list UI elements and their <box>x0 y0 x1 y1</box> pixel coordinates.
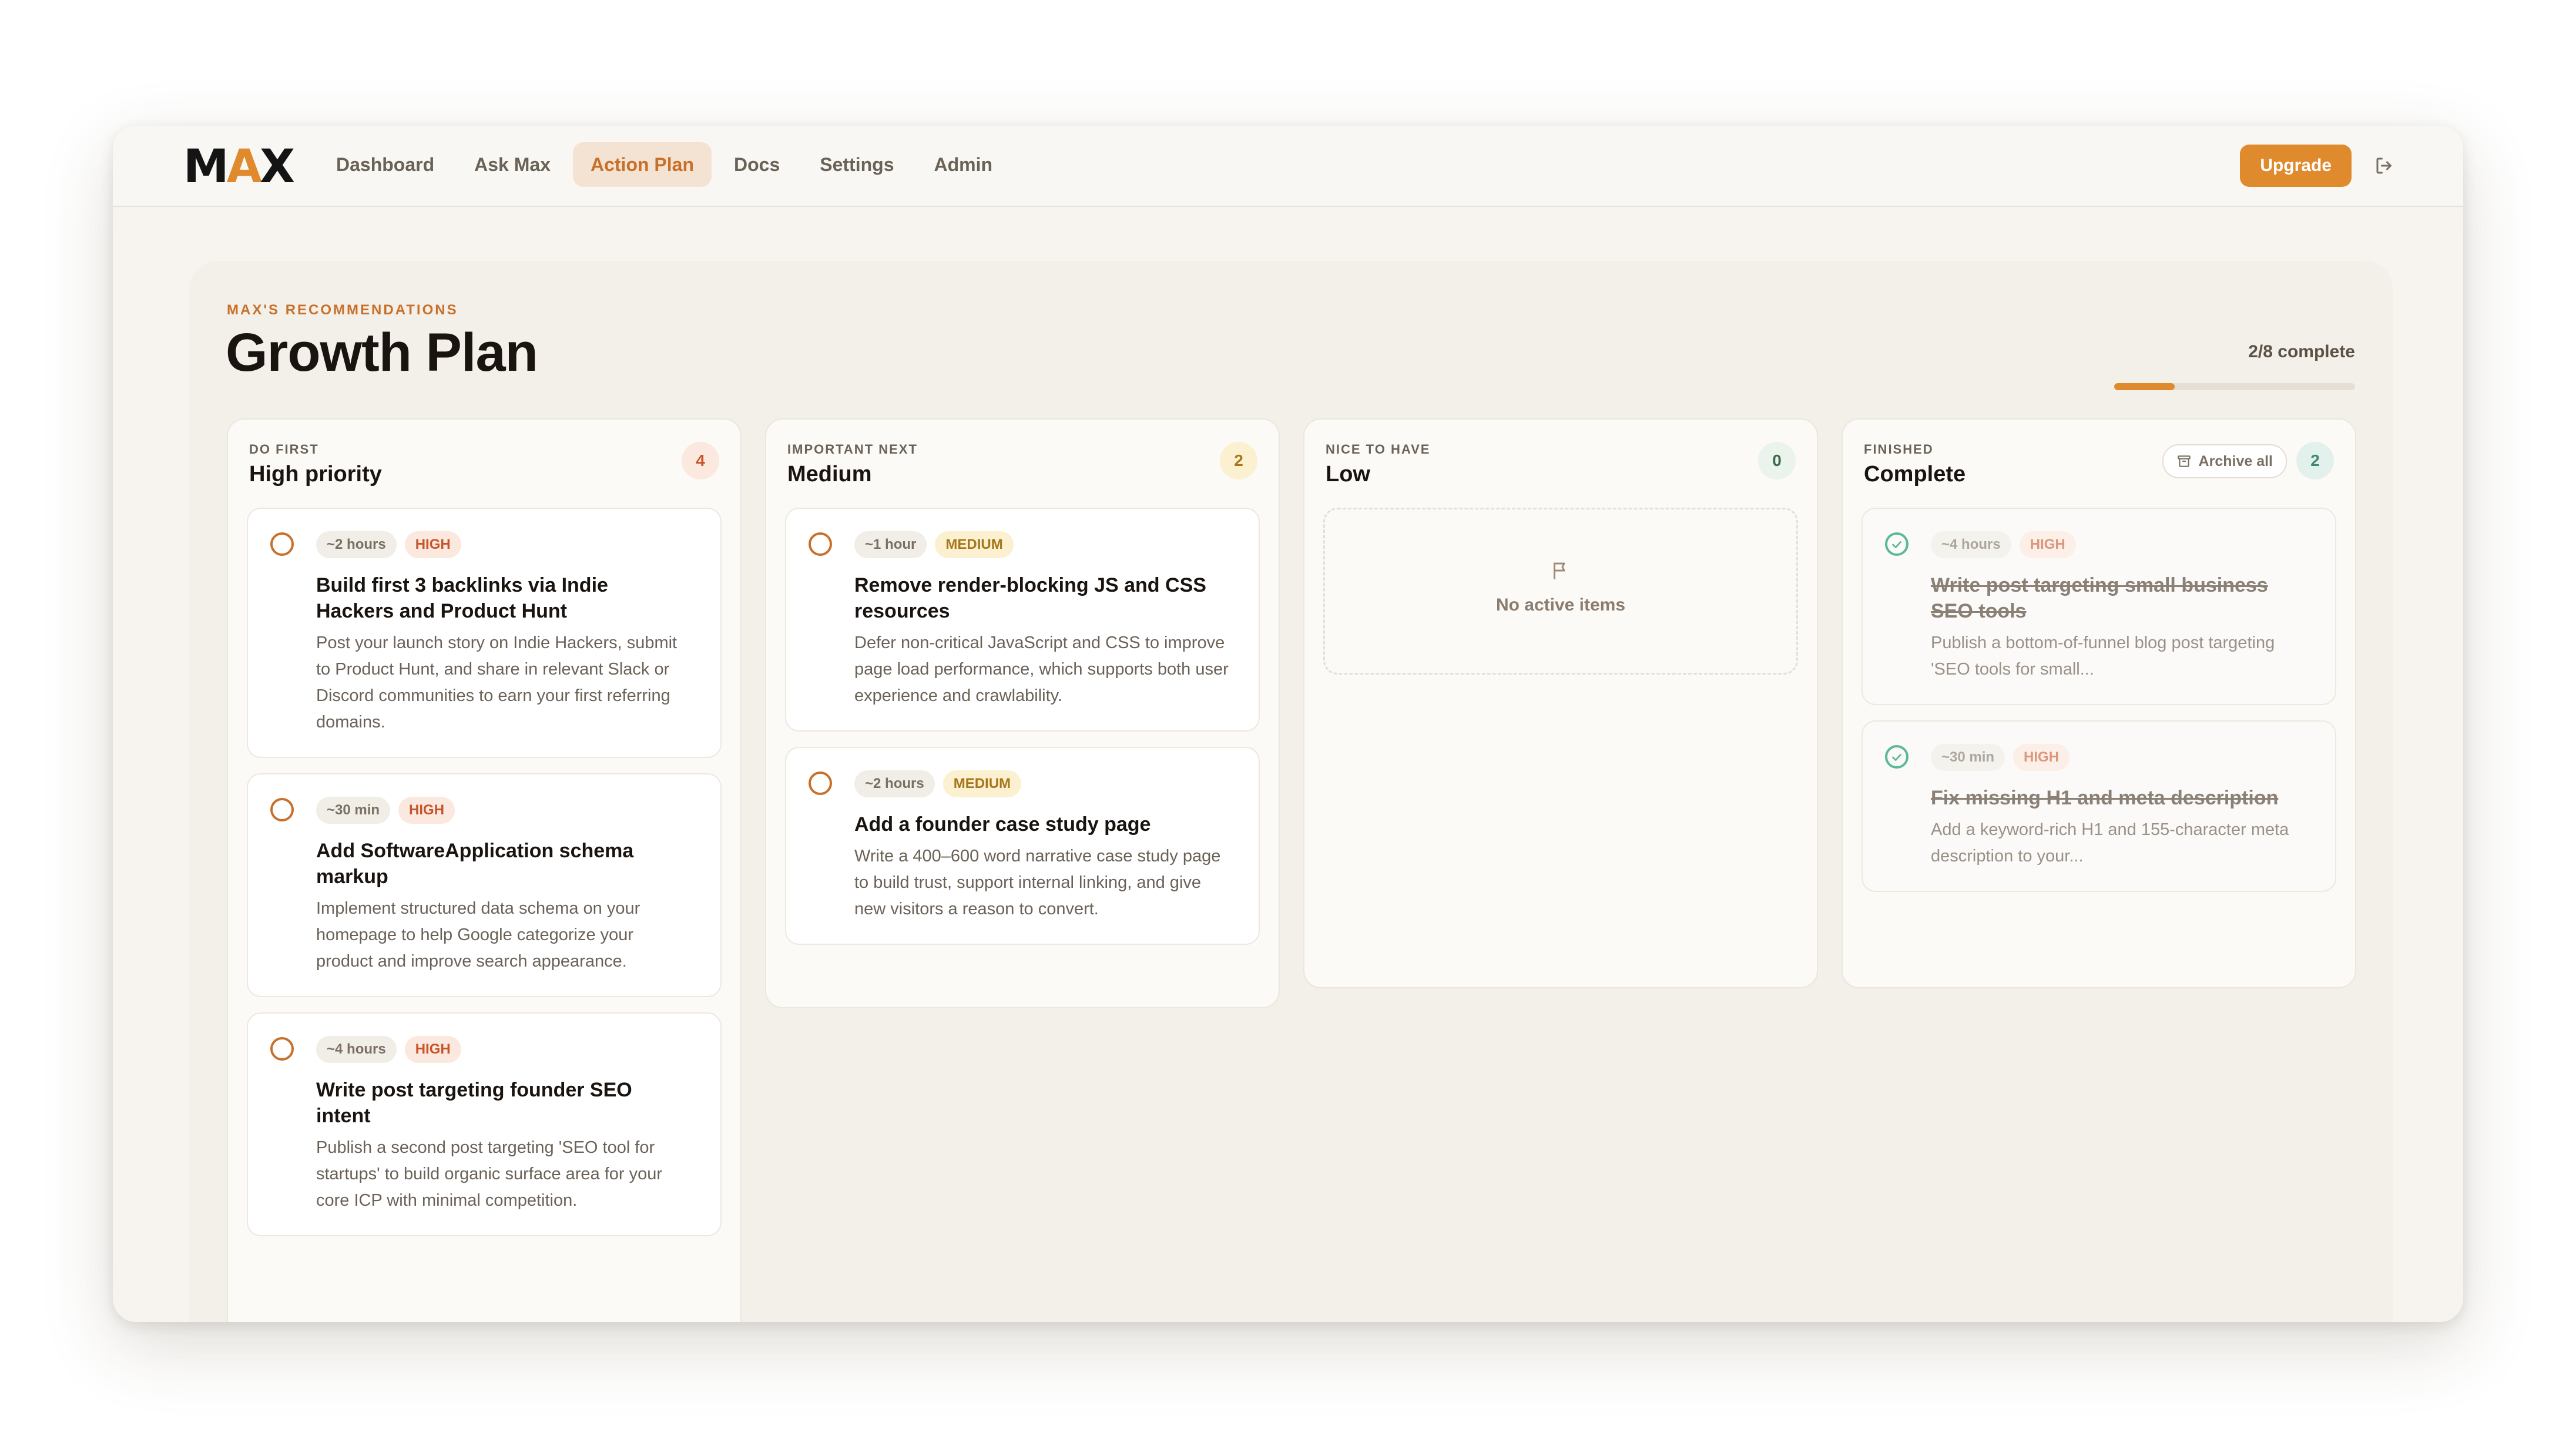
time-badge: ~30 min <box>1931 744 2005 771</box>
task-description: Publish a bottom-of-funnel blog post tar… <box>1931 633 2275 679</box>
count-badge: 2 <box>2296 442 2334 479</box>
top-navigation-bar: MAX Dashboard Ask Max Action Plan Docs S… <box>113 126 2463 207</box>
complete-checkbox[interactable] <box>809 772 832 795</box>
nav-settings[interactable]: Settings <box>802 142 911 187</box>
column-medium: IMPORTANT NEXT Medium 2 ~1 hour MEDIUM R… <box>765 418 1280 1008</box>
column-high-priority: DO FIRST High priority 4 ~2 hours HIGH B… <box>227 418 742 1322</box>
task-description: Defer non-critical JavaScript and CSS to… <box>854 633 1229 705</box>
task-card[interactable]: ~4 hours HIGH Write post targeting found… <box>247 1012 722 1236</box>
logout-icon[interactable] <box>2374 155 2395 176</box>
column-eyebrow: DO FIRST <box>249 442 319 457</box>
task-title: Write post targeting small business SEO … <box>1931 574 2268 622</box>
time-badge: ~4 hours <box>316 1036 397 1063</box>
progress-label: 2/8 complete <box>2248 342 2355 361</box>
column-title: Complete <box>1864 462 1966 487</box>
nav-dashboard[interactable]: Dashboard <box>318 142 452 187</box>
archive-all-button[interactable]: Archive all <box>2162 444 2287 478</box>
flag-icon <box>1554 562 1565 579</box>
max-logo[interactable]: MAX <box>183 143 295 190</box>
priority-badge: HIGH <box>404 1036 461 1063</box>
column-low: NICE TO HAVE Low 0 No active items <box>1303 418 1818 988</box>
task-title: Build first 3 backlinks via Indie Hacker… <box>316 574 608 622</box>
task-description: Write a 400–600 word narrative case stud… <box>854 847 1221 918</box>
task-card[interactable]: ~2 hours MEDIUM Add a founder case study… <box>785 747 1260 945</box>
checkmark-icon <box>1892 754 1901 761</box>
empty-state-text: No active items <box>1495 595 1626 615</box>
priority-badge: MEDIUM <box>935 531 1014 558</box>
complete-checkbox[interactable] <box>270 798 294 821</box>
upgrade-button[interactable]: Upgrade <box>2240 145 2352 187</box>
task-description: Implement structured data schema on your… <box>316 899 640 971</box>
nav-admin[interactable]: Admin <box>916 142 1010 187</box>
completed-checkbox[interactable] <box>1885 745 1908 769</box>
priority-badge: HIGH <box>2013 744 2070 771</box>
progress-fill <box>2114 383 2175 390</box>
progress-bar <box>2114 383 2355 390</box>
empty-state: No active items <box>1323 508 1798 675</box>
task-title: Add a founder case study page <box>854 813 1151 836</box>
column-complete: FINISHED Complete Archive all 2 ~4 hours… <box>1842 418 2356 988</box>
completed-task-card[interactable]: ~4 hours HIGH Write post targeting small… <box>1861 508 2336 705</box>
count-badge: 0 <box>1758 442 1796 479</box>
checkmark-icon <box>1892 541 1901 548</box>
time-badge: ~2 hours <box>316 531 397 558</box>
time-badge: ~1 hour <box>854 531 927 558</box>
priority-badge: HIGH <box>404 531 461 558</box>
column-title: Low <box>1326 462 1370 487</box>
time-badge: ~2 hours <box>854 770 935 797</box>
completed-task-card[interactable]: ~30 min HIGH Fix missing H1 and meta des… <box>1861 720 2336 892</box>
task-description: Publish a second post targeting 'SEO too… <box>316 1138 663 1210</box>
column-eyebrow: IMPORTANT NEXT <box>787 442 918 457</box>
task-title: Fix missing H1 and meta description <box>1931 787 2279 809</box>
task-card[interactable]: ~30 min HIGH Add SoftwareApplication sch… <box>247 773 722 997</box>
completed-checkbox[interactable] <box>1885 532 1908 556</box>
column-eyebrow: FINISHED <box>1864 442 1934 457</box>
count-badge: 4 <box>682 442 719 479</box>
task-title: Write post targeting founder SEO intent <box>316 1079 632 1127</box>
priority-badge: MEDIUM <box>942 770 1022 797</box>
priority-badge: HIGH <box>398 797 455 824</box>
complete-checkbox[interactable] <box>270 532 294 556</box>
count-badge: 2 <box>1220 442 1257 479</box>
archive-icon <box>2177 455 2191 467</box>
archive-all-label: Archive all <box>2198 453 2273 469</box>
time-badge: ~4 hours <box>1931 531 2011 558</box>
app-window: MAX Dashboard Ask Max Action Plan Docs S… <box>113 126 2463 1322</box>
column-title: Medium <box>787 462 872 487</box>
priority-badge: HIGH <box>2019 531 2076 558</box>
task-card[interactable]: ~1 hour MEDIUM Remove render-blocking JS… <box>785 508 1260 732</box>
growth-plan-panel: MAX'S RECOMMENDATIONS Growth Plan 2/8 co… <box>189 261 2393 1322</box>
task-title: Add SoftwareApplication schema markup <box>316 840 634 888</box>
task-description: Post your launch story on Indie Hackers,… <box>316 633 677 732</box>
nav-docs[interactable]: Docs <box>716 142 797 187</box>
task-description: Add a keyword-rich H1 and 155-character … <box>1931 820 2289 866</box>
nav-action-plan[interactable]: Action Plan <box>572 142 712 187</box>
column-eyebrow: NICE TO HAVE <box>1326 442 1431 457</box>
section-eyebrow: MAX'S RECOMMENDATIONS <box>227 302 458 318</box>
complete-checkbox[interactable] <box>809 532 832 556</box>
page-title: Growth Plan <box>226 323 538 383</box>
time-badge: ~30 min <box>316 797 391 824</box>
task-title: Remove render-blocking JS and CSS resour… <box>854 574 1206 622</box>
task-card[interactable]: ~2 hours HIGH Build first 3 backlinks vi… <box>247 508 722 758</box>
complete-checkbox[interactable] <box>270 1037 294 1061</box>
nav-ask-max[interactable]: Ask Max <box>457 142 568 187</box>
main-nav: Dashboard Ask Max Action Plan Docs Setti… <box>318 142 1010 187</box>
column-title: High priority <box>249 462 382 487</box>
